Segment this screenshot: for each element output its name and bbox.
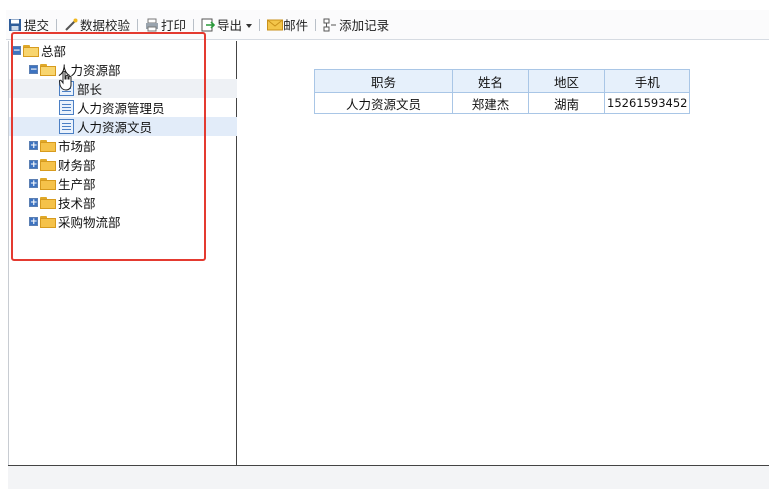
- status-bar: [8, 465, 769, 489]
- toolbar-separator: [259, 18, 261, 31]
- validate-button[interactable]: 数据校验: [62, 14, 132, 36]
- folder-icon: [40, 158, 56, 171]
- tree-node-label: 市场部: [58, 139, 96, 154]
- folder-icon: [40, 177, 56, 190]
- folder-open-icon: [40, 63, 56, 76]
- tree-node-label: 技术部: [58, 196, 96, 211]
- tree-node-label: 人力资源文员: [77, 120, 153, 135]
- app-window: 提交 数据校验 打印 导出 邮件 添加记录 − 总部 − 人力资源部 部长 人力…: [0, 0, 769, 494]
- toolbar-separator: [56, 18, 58, 31]
- column-header[interactable]: 手机: [603, 69, 691, 93]
- magic-wand-icon: [64, 18, 78, 32]
- tree-node-label: 人力资源管理员: [77, 101, 165, 116]
- table-cell[interactable]: 湖南: [528, 92, 605, 114]
- chevron-down-icon: [246, 23, 253, 28]
- column-header[interactable]: 职务: [314, 69, 453, 93]
- tree-node-hr-dept[interactable]: − 人力资源部: [29, 60, 121, 79]
- toolbar-separator: [315, 18, 317, 31]
- print-label: 打印: [161, 18, 187, 33]
- tree-node-label: 生产部: [58, 177, 96, 192]
- column-header[interactable]: 地区: [528, 69, 605, 93]
- add-record-icon: [323, 18, 337, 32]
- envelope-icon: [267, 18, 284, 32]
- tree-node-dept[interactable]: + 生产部: [29, 174, 96, 193]
- toolbar: 提交 数据校验 打印 导出 邮件 添加记录: [6, 10, 769, 40]
- validate-label: 数据校验: [80, 18, 131, 33]
- toolbar-separator: [137, 18, 139, 31]
- detail-panel: 职务 姓名 地区 手机 人力资源文员 郑建杰 湖南 15261593452: [237, 41, 769, 465]
- expand-icon[interactable]: +: [29, 141, 38, 151]
- expand-icon[interactable]: +: [29, 160, 38, 170]
- tree-node-hr-child[interactable]: 人力资源管理员: [59, 98, 165, 117]
- table-cell[interactable]: 15261593452: [603, 92, 691, 114]
- tree-node-dept[interactable]: + 技术部: [29, 193, 96, 212]
- tree-node-label: 采购物流部: [58, 215, 121, 230]
- hand-cursor-icon: [58, 70, 73, 91]
- add-record-button[interactable]: 添加记录: [321, 14, 391, 36]
- document-icon: [59, 119, 74, 134]
- table-header-row: 职务 姓名 地区 手机: [314, 69, 691, 93]
- table-cell[interactable]: 郑建杰: [452, 92, 529, 114]
- folder-open-icon: [23, 44, 39, 57]
- document-icon: [59, 100, 74, 115]
- expand-icon[interactable]: +: [29, 217, 38, 227]
- table-row[interactable]: 人力资源文员 郑建杰 湖南 15261593452: [314, 92, 691, 114]
- submit-button[interactable]: 提交: [6, 14, 51, 36]
- save-icon: [8, 18, 22, 32]
- toolbar-separator: [193, 18, 195, 31]
- mail-label: 邮件: [283, 18, 309, 33]
- export-icon: [201, 18, 216, 32]
- print-button[interactable]: 打印: [143, 14, 188, 36]
- tree-node-label: 总部: [41, 44, 67, 59]
- folder-icon: [40, 215, 56, 228]
- add-record-label: 添加记录: [339, 18, 390, 33]
- tree-node-label: 部长: [77, 82, 103, 97]
- tree-node-hr-child-selected[interactable]: 人力资源文员: [9, 117, 237, 136]
- mail-button[interactable]: 邮件: [265, 14, 310, 36]
- department-tree-panel: − 总部 − 人力资源部 部长 人力资源管理员 人力资源文员 + 市场部 + 财…: [8, 41, 237, 465]
- tree-node-dept[interactable]: + 财务部: [29, 155, 96, 174]
- export-label: 导出: [217, 18, 243, 33]
- folder-icon: [40, 196, 56, 209]
- collapse-icon[interactable]: −: [12, 46, 21, 56]
- expand-icon[interactable]: +: [29, 198, 38, 208]
- printer-icon: [145, 18, 159, 32]
- export-button[interactable]: 导出: [199, 14, 254, 36]
- submit-label: 提交: [24, 18, 50, 33]
- tree-node-dept[interactable]: + 采购物流部: [29, 212, 121, 231]
- tree-node-root[interactable]: − 总部: [12, 41, 66, 60]
- table-cell[interactable]: 人力资源文员: [314, 92, 453, 114]
- tree-node-label: 财务部: [58, 158, 96, 173]
- folder-icon: [40, 139, 56, 152]
- column-header[interactable]: 姓名: [452, 69, 529, 93]
- expand-icon[interactable]: +: [29, 179, 38, 189]
- tree-node-hr-child[interactable]: 部长: [9, 79, 237, 98]
- tree-node-dept[interactable]: + 市场部: [29, 136, 96, 155]
- employee-table: 职务 姓名 地区 手机 人力资源文员 郑建杰 湖南 15261593452: [314, 69, 691, 114]
- collapse-icon[interactable]: −: [29, 65, 38, 75]
